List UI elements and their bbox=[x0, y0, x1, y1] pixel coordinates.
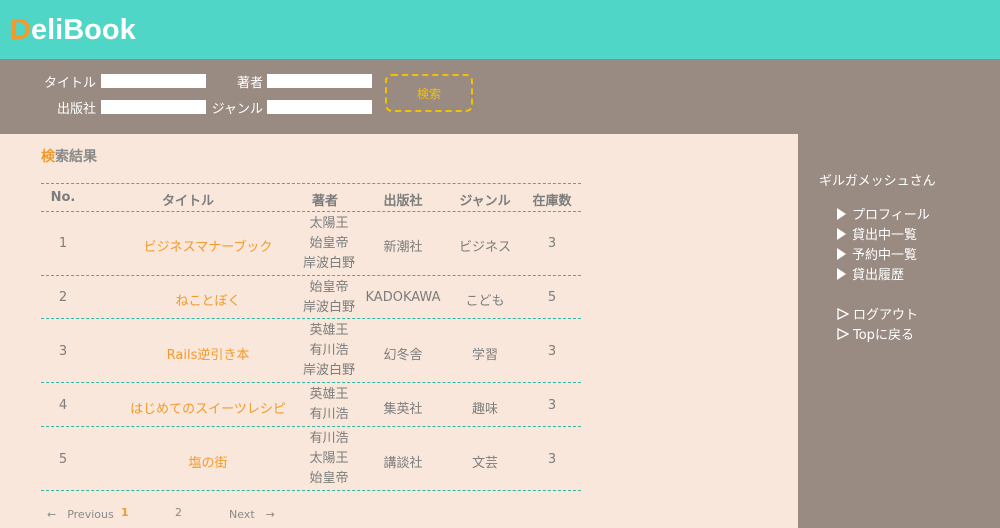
author-name: 始皇帝 bbox=[309, 471, 349, 486]
book-title-link[interactable]: Rails逆引き本 bbox=[120, 344, 296, 363]
genre-label: ジャンル bbox=[211, 102, 263, 117]
genre-cell: 趣味 bbox=[471, 402, 498, 417]
logo-text: eliBook bbox=[30, 14, 136, 46]
menu-history[interactable]: 貸出履歴 bbox=[837, 264, 904, 283]
menu-reservations[interactable]: 予約中一覧 bbox=[837, 244, 917, 263]
author-name: 太陽王 bbox=[309, 216, 349, 231]
pagination-page-current[interactable]: 1 bbox=[121, 506, 129, 519]
menu-top[interactable]: Topに戻る bbox=[837, 324, 914, 343]
author-list: 始皇帝 岸波白野 bbox=[295, 278, 363, 318]
row-divider bbox=[41, 426, 581, 427]
author-name: 有川浩 bbox=[309, 343, 349, 358]
author-name: 岸波白野 bbox=[302, 300, 355, 315]
row-no: 1 bbox=[58, 236, 68, 251]
author-name: 始皇帝 bbox=[309, 236, 349, 251]
triangle-right-icon bbox=[837, 228, 846, 240]
stock-cell: 3 bbox=[547, 452, 557, 467]
menu-label: Topに戻る bbox=[853, 328, 914, 343]
row-divider bbox=[41, 382, 581, 383]
genre-cell: 学習 bbox=[471, 348, 498, 363]
col-title: タイトル bbox=[161, 194, 214, 209]
publisher-cell: 集英社 bbox=[383, 402, 423, 417]
col-publisher: 出版社 bbox=[383, 194, 423, 209]
col-no: No. bbox=[50, 190, 76, 205]
author-name: 太陽王 bbox=[309, 451, 349, 466]
row-no: 2 bbox=[58, 290, 68, 305]
publisher-input[interactable] bbox=[101, 100, 206, 114]
genre-cell: 文芸 bbox=[471, 456, 498, 471]
genre-cell: こども bbox=[465, 294, 505, 309]
author-name: 始皇帝 bbox=[309, 280, 349, 295]
col-stock: 在庫数 bbox=[532, 194, 572, 209]
pagination-page[interactable]: 2 bbox=[175, 506, 182, 519]
triangle-outline-icon bbox=[837, 328, 849, 340]
triangle-right-icon bbox=[837, 248, 846, 260]
publisher-label: 出版社 bbox=[56, 102, 96, 117]
row-no: 4 bbox=[58, 398, 68, 413]
menu-label: 貸出履歴 bbox=[852, 268, 905, 283]
author-list: 英雄王 有川浩 岸波白野 bbox=[295, 321, 363, 381]
menu-loans[interactable]: 貸出中一覧 bbox=[837, 224, 917, 243]
genre-cell: ビジネス bbox=[458, 240, 511, 255]
pagination-next[interactable]: Next → bbox=[229, 506, 275, 522]
author-name: 有川浩 bbox=[309, 431, 349, 446]
author-name: 岸波白野 bbox=[302, 363, 355, 378]
results-heading-first: 検 bbox=[41, 149, 55, 165]
search-button[interactable]: 検索 bbox=[385, 74, 473, 112]
author-list: 有川浩 太陽王 始皇帝 bbox=[295, 429, 363, 489]
table-header-divider bbox=[41, 211, 581, 212]
user-name: ギルガメッシュさん bbox=[819, 174, 936, 189]
author-label: 著者 bbox=[236, 76, 263, 91]
menu-label: 予約中一覧 bbox=[852, 248, 918, 263]
app-header: DeliBook bbox=[0, 0, 1000, 59]
menu-label: ログアウト bbox=[853, 308, 919, 323]
results-heading-rest: 索結果 bbox=[55, 149, 97, 165]
stock-cell: 5 bbox=[547, 290, 557, 305]
logo-initial: D bbox=[10, 14, 31, 46]
author-list: 太陽王 始皇帝 岸波白野 bbox=[295, 214, 363, 274]
table-top-divider bbox=[41, 183, 581, 184]
menu-profile[interactable]: プロフィール bbox=[837, 204, 930, 223]
book-title-link[interactable]: はじめてのスイーツレシピ bbox=[118, 398, 298, 417]
stock-cell: 3 bbox=[547, 236, 557, 251]
row-no: 5 bbox=[58, 452, 68, 467]
author-name: 英雄王 bbox=[309, 323, 349, 338]
col-genre: ジャンル bbox=[459, 194, 511, 209]
row-no: 3 bbox=[58, 344, 68, 359]
title-input[interactable] bbox=[101, 74, 206, 88]
publisher-cell: 幻冬舎 bbox=[383, 348, 423, 363]
triangle-outline-icon bbox=[837, 308, 849, 320]
stock-cell: 3 bbox=[547, 344, 557, 359]
menu-label: プロフィール bbox=[852, 208, 930, 223]
author-name: 有川浩 bbox=[309, 407, 349, 422]
row-divider bbox=[41, 275, 581, 276]
author-input[interactable] bbox=[267, 74, 372, 88]
author-list: 英雄王 有川浩 bbox=[295, 385, 363, 425]
triangle-right-icon bbox=[837, 208, 846, 220]
book-title-link[interactable]: ねことぼく bbox=[120, 290, 296, 309]
search-panel bbox=[0, 59, 1000, 134]
row-divider bbox=[41, 318, 581, 319]
row-divider bbox=[41, 490, 581, 491]
triangle-right-icon bbox=[837, 268, 846, 280]
publisher-cell: 講談社 bbox=[383, 456, 423, 471]
col-author: 著者 bbox=[311, 194, 338, 209]
pagination-previous[interactable]: ← Previous bbox=[47, 506, 114, 522]
book-title-link[interactable]: ビジネスマナーブック bbox=[120, 236, 296, 255]
stock-cell: 3 bbox=[547, 398, 557, 413]
author-name: 岸波白野 bbox=[302, 256, 355, 271]
genre-input[interactable] bbox=[267, 100, 372, 114]
menu-logout[interactable]: ログアウト bbox=[837, 304, 918, 323]
title-label: タイトル bbox=[43, 76, 96, 91]
book-title-link[interactable]: 塩の街 bbox=[120, 452, 296, 471]
app-logo[interactable]: DeliBook bbox=[10, 14, 136, 47]
results-heading: 検索結果 bbox=[41, 146, 97, 166]
publisher-cell: KADOKAWA bbox=[365, 290, 441, 305]
menu-label: 貸出中一覧 bbox=[852, 228, 918, 243]
author-name: 英雄王 bbox=[309, 387, 349, 402]
publisher-cell: 新潮社 bbox=[383, 240, 423, 255]
